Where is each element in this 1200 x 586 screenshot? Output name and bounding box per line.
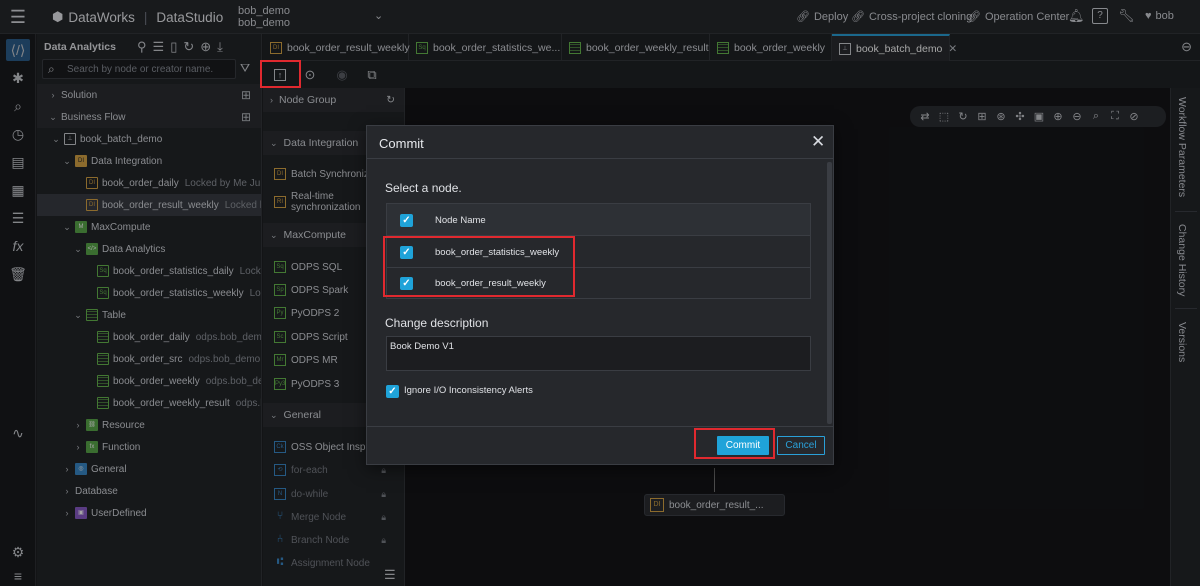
change-description-label: Change description xyxy=(385,316,489,330)
table-row[interactable]: ✓ book_order_result_weekly xyxy=(387,268,810,299)
select-node-label: Select a node. xyxy=(385,181,462,195)
node-name: book_order_statistics_weekly xyxy=(435,247,560,258)
select-all-checkbox[interactable]: ✓ xyxy=(400,214,413,227)
cancel-button[interactable]: Cancel xyxy=(777,436,825,455)
node-table: ✓ Node Name ✓ book_order_statistics_week… xyxy=(386,203,811,299)
commit-button[interactable]: Commit xyxy=(717,436,769,455)
change-description-input[interactable]: Book Demo V1 xyxy=(386,336,811,371)
commit-dialog: Commit ✕ Select a node. ✓ Node Name ✓ bo… xyxy=(366,125,834,465)
close-icon[interactable]: ✕ xyxy=(811,132,825,152)
row-checkbox[interactable]: ✓ xyxy=(400,277,413,290)
ignore-alert-label: Ignore I/O Inconsistency Alerts xyxy=(404,385,533,396)
table-row[interactable]: ✓ book_order_statistics_weekly xyxy=(387,237,810,268)
divider xyxy=(367,426,833,427)
row-checkbox[interactable]: ✓ xyxy=(400,246,413,259)
scrollbar[interactable] xyxy=(827,162,832,424)
table-header: ✓ Node Name xyxy=(387,204,810,236)
node-name: book_order_result_weekly xyxy=(435,278,546,289)
ignore-alert-checkbox[interactable]: ✓ xyxy=(386,385,399,398)
column-header: Node Name xyxy=(435,215,486,226)
divider xyxy=(367,158,833,159)
dialog-title: Commit xyxy=(379,136,424,151)
